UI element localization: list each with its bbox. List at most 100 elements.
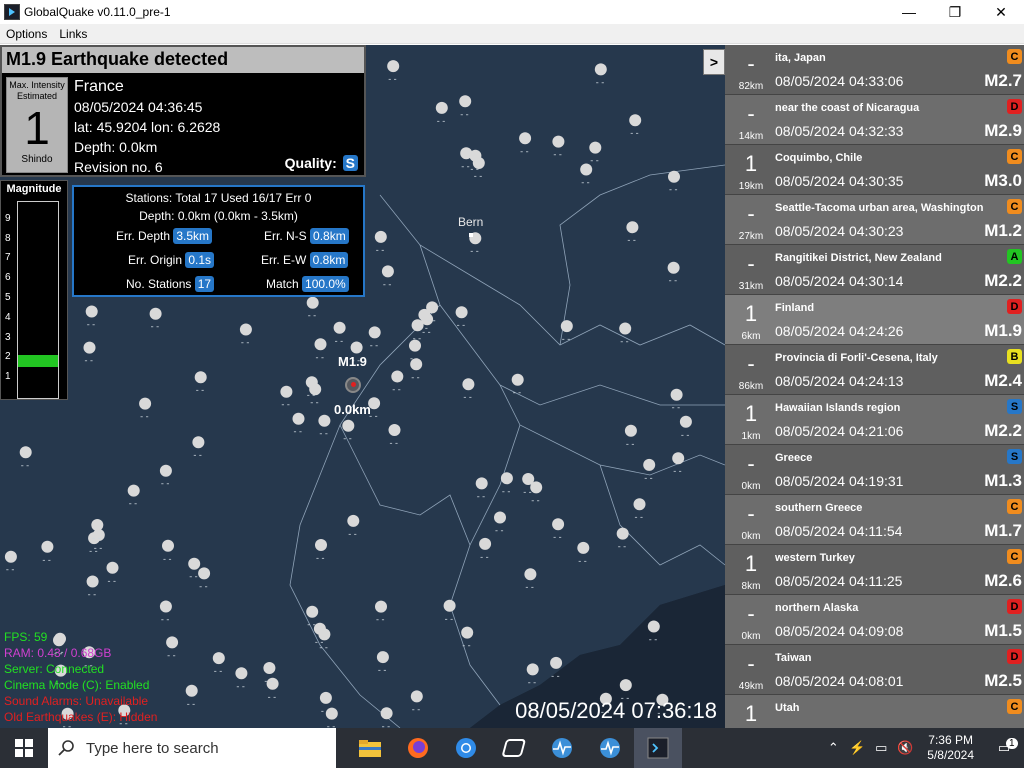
map-view[interactable]: - - - - - - - - - - - - - - - - - - - - - - - - - - -… bbox=[0, 45, 725, 728]
station-label: - - bbox=[672, 403, 681, 413]
station-label: - - bbox=[315, 637, 324, 647]
station-label: - - bbox=[308, 311, 317, 321]
seismic-station-marker bbox=[629, 114, 642, 127]
old-earthquakes-status: Old Earthquakes (E): Hidden bbox=[4, 710, 158, 724]
earthquake-list-item[interactable]: 1 8km western Turkey 08/05/2024 04:11:25 M2.… bbox=[725, 545, 1024, 595]
earthquake-depth: 6km bbox=[741, 331, 761, 342]
taskbar-search[interactable]: Type here to search bbox=[48, 728, 336, 768]
seismic-station-marker bbox=[85, 305, 98, 318]
ram-readout: RAM: 0.43 / 0.68GB bbox=[4, 646, 112, 660]
earthquake-list-item[interactable]: 1 1km Hawaiian Islands region 08/05/2024 04… bbox=[725, 395, 1024, 445]
magnitude-tick: 6 bbox=[5, 272, 11, 284]
earthquake-list-item[interactable]: - 86km Provincia di Forli'-Cesena, Italy 08… bbox=[725, 345, 1024, 395]
close-button[interactable]: ✕ bbox=[978, 0, 1024, 24]
network-activity-icon[interactable]: ⚡ bbox=[845, 740, 869, 756]
earthquake-list-item[interactable]: 1 6km Finland 08/05/2024 04:24:26 M1.9 D bbox=[725, 295, 1024, 345]
seismic-station-marker bbox=[306, 296, 319, 309]
earthquake-list-item[interactable]: - 0km southern Greece 08/05/2024 04:11:54 M1… bbox=[725, 495, 1024, 545]
earthquake-time: 08/05/2024 04:21:06 bbox=[775, 423, 904, 439]
minimize-button[interactable]: — bbox=[886, 0, 932, 24]
earthquake-time: 08/05/2024 04:33:06 bbox=[775, 73, 904, 89]
seismic-station-marker bbox=[577, 541, 590, 554]
station-label: - - bbox=[457, 320, 466, 330]
earthquake-list-item[interactable]: - 31km Rangitikei District, New Zealand 08/… bbox=[725, 245, 1024, 295]
globalquake-button[interactable] bbox=[538, 728, 586, 768]
station-label: - - bbox=[523, 487, 532, 497]
earthquake-list-item[interactable]: - 49km Taiwan 08/05/2024 04:08:01 M2.5 D bbox=[725, 645, 1024, 695]
notifications-button[interactable]: ▭ 1 bbox=[984, 738, 1024, 756]
earthquake-time: 08/05/2024 04:19:31 bbox=[775, 473, 904, 489]
sound-alarms-status: Sound Alarms: Unavailable bbox=[4, 694, 149, 708]
earthquake-depth: Depth: 0.0km bbox=[74, 139, 158, 155]
file-explorer-icon bbox=[359, 740, 381, 757]
toggle-list-button[interactable]: > bbox=[703, 49, 725, 75]
earthquake-magnitude: M1.2 bbox=[984, 221, 1022, 240]
intensity-scale: Shindo bbox=[21, 154, 53, 165]
station-label: - - bbox=[316, 352, 325, 362]
station-label: - - bbox=[294, 427, 303, 437]
earthquake-intensity: - bbox=[747, 451, 755, 476]
earthquake-list-item[interactable]: - 14km near the coast of Nicaragua 08/05/20… bbox=[725, 95, 1024, 145]
station-label: - - bbox=[161, 615, 170, 625]
station-label: - - bbox=[388, 74, 397, 84]
station-label: - - bbox=[85, 356, 94, 366]
station-label: - - bbox=[630, 128, 639, 138]
earthquake-list-item[interactable]: - 82km ita, Japan 08/05/2024 04:33:06 M2.7 C bbox=[725, 45, 1024, 95]
seismic-station-marker bbox=[462, 378, 475, 391]
magnitude-title: Magnitude bbox=[6, 183, 62, 195]
maximize-button[interactable]: ❐ bbox=[932, 0, 978, 24]
seismic-station-marker bbox=[106, 561, 119, 574]
file-explorer-button[interactable] bbox=[346, 728, 394, 768]
seismic-station-marker bbox=[375, 600, 387, 613]
menu-options[interactable]: Options bbox=[0, 27, 53, 41]
earthquake-list-item[interactable]: - 27km Seattle-Tacoma urban area, Washingt… bbox=[725, 195, 1024, 245]
earthquake-region: Finland bbox=[775, 302, 815, 314]
earthquake-intensity: 1 bbox=[744, 551, 758, 576]
station-label: - - bbox=[626, 439, 635, 449]
globalquake-icon bbox=[552, 738, 572, 758]
earthquake-magnitude: M1.5 bbox=[984, 621, 1022, 640]
earthquake-list-item[interactable]: - 0km northern Alaska 08/05/2024 04:09:08 M1… bbox=[725, 595, 1024, 645]
volume-muted-icon[interactable]: 🔇 bbox=[893, 740, 917, 756]
station-label: - - bbox=[673, 466, 682, 476]
earthquake-list[interactable]: -82km ita, Japan 08/05/2024 04:33:06 M2.7 C -… bbox=[725, 45, 1024, 728]
menu-links[interactable]: Links bbox=[53, 27, 93, 41]
server-status: Server: Connected bbox=[4, 662, 105, 676]
magnitude-bar bbox=[17, 201, 59, 399]
earthquake-magnitude: M2.4 bbox=[984, 371, 1022, 390]
earthquake-list-item[interactable]: - 0km Greece 08/05/2024 04:19:31 M1.3 S bbox=[725, 445, 1024, 495]
magnitude-bar-panel: Magnitude 9 8 7 6 5 4 3 2 1 bbox=[0, 180, 68, 400]
seismic-station-marker bbox=[86, 575, 99, 588]
err-depth-label: Err. Depth bbox=[116, 229, 171, 243]
firefox-button[interactable] bbox=[394, 728, 442, 768]
seismic-station-marker bbox=[305, 376, 318, 389]
seismic-station-marker bbox=[333, 321, 346, 334]
taskbar: Type here to search ⌃ ⚡ ▭ 🔇 7:36 PM 5/8/… bbox=[0, 728, 1024, 768]
earthquake-list-item[interactable]: 1 Utah C bbox=[725, 695, 1024, 728]
terminal-button[interactable] bbox=[634, 728, 682, 768]
err-origin-label: Err. Origin bbox=[128, 253, 183, 267]
earthquake-magnitude: M1.7 bbox=[984, 521, 1022, 540]
chevron-up-icon[interactable]: ⌃ bbox=[821, 740, 845, 756]
station-label: - - bbox=[578, 556, 587, 566]
earthquake-intensity: 1 bbox=[744, 151, 758, 176]
seismic-station-marker bbox=[479, 537, 492, 550]
earthquake-list-item[interactable]: 1 19km Coquimbo, Chile 08/05/2024 04:30:35 M… bbox=[725, 145, 1024, 195]
seismic-station-marker bbox=[426, 301, 439, 314]
app-button[interactable] bbox=[490, 728, 538, 768]
chrome-button[interactable] bbox=[442, 728, 490, 768]
seismic-station-marker bbox=[435, 101, 448, 114]
network-icon[interactable]: ▭ bbox=[869, 740, 893, 756]
station-label: - - bbox=[196, 385, 205, 395]
station-label: - - bbox=[390, 438, 399, 448]
station-label: - - bbox=[528, 677, 537, 687]
tray-clock[interactable]: 7:36 PM 5/8/2024 bbox=[927, 733, 974, 763]
station-label: - - bbox=[461, 161, 470, 171]
start-button[interactable] bbox=[0, 728, 48, 768]
station-label: - - bbox=[513, 388, 522, 398]
globalquake-button-2[interactable] bbox=[586, 728, 634, 768]
station-label: - - bbox=[383, 279, 392, 289]
seismic-station-marker bbox=[560, 320, 573, 333]
seismic-station-marker bbox=[410, 690, 423, 703]
search-placeholder: Type here to search bbox=[86, 739, 219, 757]
